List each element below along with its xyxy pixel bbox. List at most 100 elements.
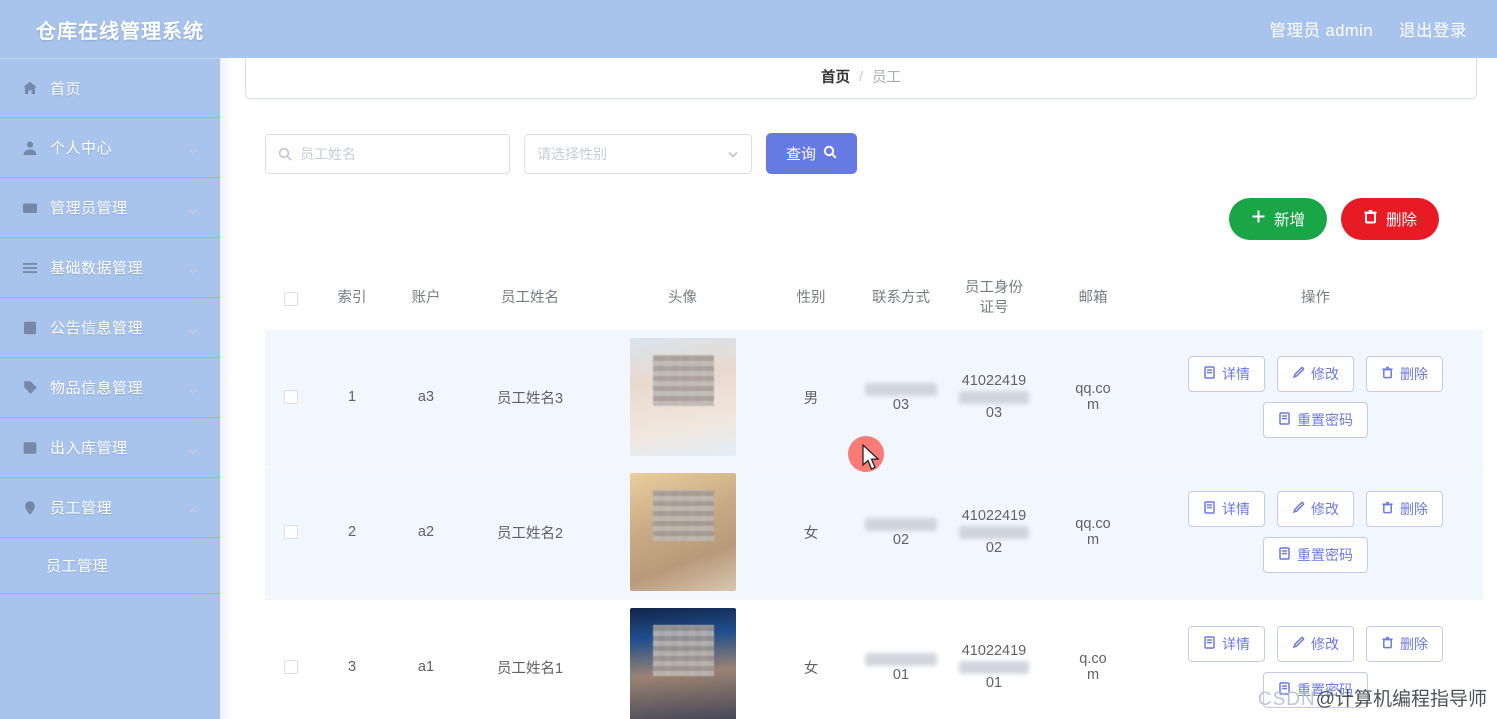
sidebar-nav: 首页 个人中心 管理员管理 基础数据管理 公告信息管理 物品信息管理 出入库管理… xyxy=(0,58,220,719)
page-scroll-gutter[interactable] xyxy=(220,58,232,719)
reset-password-button[interactable]: 重置密码 xyxy=(1263,537,1368,573)
cell-phone-visible: 01 xyxy=(892,667,910,683)
table-row[interactable]: 2 a2 员工姓名2 女 02 41022419 02 qq.co m 详情 修… xyxy=(265,465,1483,600)
detail-button-label: 详情 xyxy=(1222,366,1250,382)
sidebar-item-employee-management[interactable]: 员工管理 xyxy=(0,478,220,538)
row-checkbox[interactable] xyxy=(284,660,298,674)
sidebar-subitem-employee-management[interactable]: 员工管理 xyxy=(0,538,220,594)
sidebar-item-basic-data-management[interactable]: 基础数据管理 xyxy=(0,238,220,298)
delete-button[interactable]: 删除 xyxy=(1366,356,1443,392)
cell-name: 员工姓名3 xyxy=(496,390,564,407)
cell-avatar xyxy=(595,338,770,456)
breadcrumb-current-page: 员工 xyxy=(871,69,901,86)
row-select-cell xyxy=(265,525,317,539)
operation-row-primary: 详情 修改 删除 xyxy=(1188,626,1443,662)
cell-account: a2 xyxy=(417,524,435,540)
detail-button-label: 详情 xyxy=(1222,636,1250,652)
column-header-account: 账户 xyxy=(411,290,441,307)
column-header-phone: 联系方式 xyxy=(872,290,930,307)
detail-button[interactable]: 详情 xyxy=(1188,491,1265,527)
cell-idcard: 41022419 01 xyxy=(950,643,1038,691)
employee-table: 索引 账户 员工姓名 头像 性别 联系方式 员工身份 证号 邮箱 操作 1 a3… xyxy=(265,268,1483,719)
reset-password-button-label: 重置密码 xyxy=(1297,547,1353,563)
sidebar-item-personal-center[interactable]: 个人中心 xyxy=(0,118,220,178)
cell-email-visible2: m xyxy=(1086,667,1100,683)
gender-select[interactable]: 请选择性别 xyxy=(524,133,752,174)
cell-avatar xyxy=(595,608,770,719)
batch-delete-button-label: 删除 xyxy=(1385,212,1417,229)
cell-account: a3 xyxy=(417,389,435,405)
cell-operations: 详情 修改 删除 重置密码 xyxy=(1148,356,1483,438)
sidebar-item-label: 员工管理 xyxy=(50,500,113,517)
sidebar-item-goods-info-management[interactable]: 物品信息管理 xyxy=(0,358,220,418)
edit-button-label: 修改 xyxy=(1311,366,1339,382)
avatar[interactable] xyxy=(629,608,736,719)
sidebar-item-label: 物品信息管理 xyxy=(50,380,144,397)
redacted-idcard xyxy=(959,525,1029,539)
sidebar-item-label: 管理员管理 xyxy=(50,200,128,217)
sidebar-item-admin-management[interactable]: 管理员管理 xyxy=(0,178,220,238)
delete-button[interactable]: 删除 xyxy=(1366,626,1443,662)
home-icon xyxy=(22,80,38,96)
cell-gender: 男 xyxy=(803,390,819,407)
cell-phone-visible: 02 xyxy=(892,532,910,548)
edit-button-label: 修改 xyxy=(1311,636,1339,652)
pencil-icon xyxy=(1292,636,1305,652)
column-header-name: 员工姓名 xyxy=(501,290,559,307)
edit-button[interactable]: 修改 xyxy=(1277,626,1354,662)
cell-email-visible: qq.co xyxy=(1075,381,1111,397)
admin-card-icon xyxy=(22,200,38,216)
breadcrumb: 首页 / 员工 xyxy=(245,58,1477,99)
redacted-idcard xyxy=(959,390,1029,404)
edit-button[interactable]: 修改 xyxy=(1277,491,1354,527)
detail-button[interactable]: 详情 xyxy=(1188,356,1265,392)
column-header-email: 邮箱 xyxy=(1078,290,1108,307)
watermark-handle: @计算机编程指导师 xyxy=(1315,689,1487,710)
row-checkbox[interactable] xyxy=(284,390,298,404)
avatar[interactable] xyxy=(629,338,736,456)
search-input[interactable]: 员工姓名 xyxy=(265,133,510,174)
plus-icon xyxy=(1251,209,1266,229)
redacted-phone xyxy=(865,382,937,396)
sidebar-item-notice-management[interactable]: 公告信息管理 xyxy=(0,298,220,358)
list-icon xyxy=(22,260,38,276)
avatar[interactable] xyxy=(629,473,736,591)
cell-account: a1 xyxy=(417,659,435,675)
query-button-label: 查询 xyxy=(786,146,817,163)
main-content: 首页 / 员工 员工姓名 请选择性别 查询 新增 删除 索引 账户 员工姓名 头… xyxy=(232,58,1497,719)
sidebar-item-inout-stock-management[interactable]: 出入库管理 xyxy=(0,418,220,478)
cell-gender: 女 xyxy=(803,660,819,677)
chevron-down-icon xyxy=(727,148,739,160)
sidebar-item-label: 首页 xyxy=(50,80,82,98)
edit-button[interactable]: 修改 xyxy=(1277,356,1354,392)
cell-idcard-suffix: 01 xyxy=(985,675,1003,691)
logout-link[interactable]: 退出登录 xyxy=(1399,17,1467,41)
row-checkbox[interactable] xyxy=(284,525,298,539)
pencil-icon xyxy=(1292,366,1305,382)
chevron-down-icon xyxy=(188,323,198,334)
detail-button[interactable]: 详情 xyxy=(1188,626,1265,662)
select-all-checkbox[interactable] xyxy=(284,292,298,306)
row-select-cell xyxy=(265,390,317,404)
add-button[interactable]: 新增 xyxy=(1228,198,1327,240)
top-header-bar: 仓库在线管理系统 管理员 admin 退出登录 xyxy=(0,0,1497,58)
delete-button[interactable]: 删除 xyxy=(1366,491,1443,527)
pencil-icon xyxy=(1292,501,1305,517)
app-root: 仓库在线管理系统 管理员 admin 退出登录 首页 个人中心 管理员管理 基础… xyxy=(0,0,1497,719)
avatar-blur-overlay xyxy=(652,489,715,542)
batch-delete-button[interactable]: 删除 xyxy=(1340,198,1439,240)
cell-index: 2 xyxy=(347,524,357,540)
breadcrumb-home[interactable]: 首页 xyxy=(821,66,850,87)
operation-row-primary: 详情 修改 删除 xyxy=(1188,491,1443,527)
document-icon xyxy=(1278,547,1291,563)
user-icon xyxy=(22,140,38,156)
select-all-checkbox-cell xyxy=(265,292,317,306)
sidebar-item-home[interactable]: 首页 xyxy=(0,58,220,118)
reset-password-button[interactable]: 重置密码 xyxy=(1263,402,1368,438)
trash-icon xyxy=(1381,501,1394,517)
query-button[interactable]: 查询 xyxy=(766,133,858,174)
header-right-group: 管理员 admin 退出登录 xyxy=(1269,17,1497,41)
redacted-phone xyxy=(865,517,937,531)
column-header-avatar: 头像 xyxy=(668,290,697,307)
trash-icon xyxy=(1381,366,1394,382)
